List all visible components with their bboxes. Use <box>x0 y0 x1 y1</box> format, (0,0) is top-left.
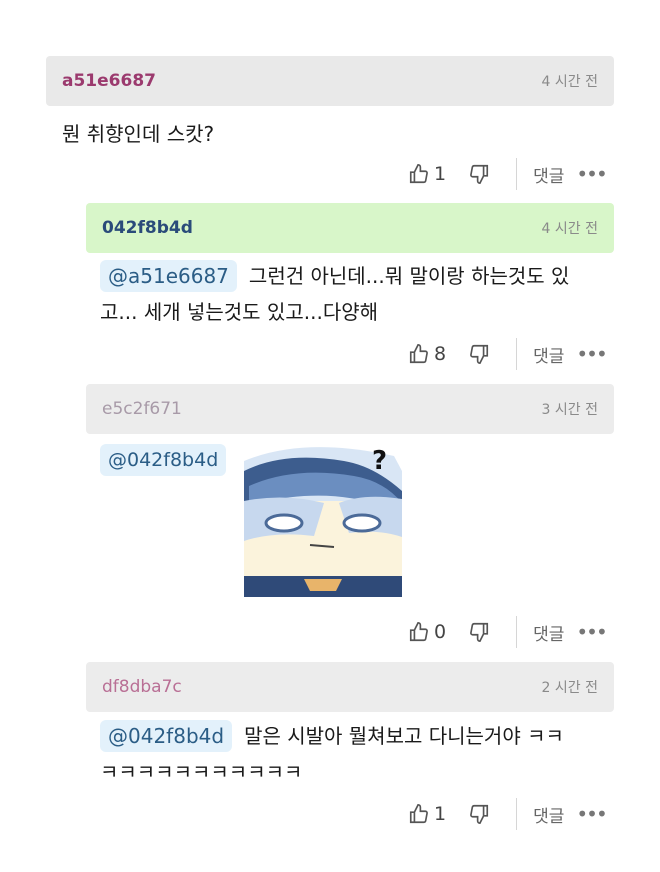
mention-tag[interactable]: @a51e6687 <box>100 260 237 292</box>
username[interactable]: df8dba7c <box>102 677 182 697</box>
mention-tag[interactable]: @042f8b4d <box>100 444 227 476</box>
dislike-button[interactable] <box>468 343 490 365</box>
dislike-button[interactable] <box>468 803 490 825</box>
divider <box>516 616 518 648</box>
sticker-image: ? <box>244 441 402 597</box>
thumbs-up-icon <box>409 164 428 184</box>
like-button[interactable]: 0 <box>408 621 468 643</box>
more-icon[interactable]: ••• <box>576 620 607 644</box>
like-button[interactable]: 8 <box>408 343 468 365</box>
comment-body: 그런건 아닌데...뭐 말이랑 하는것도 있 <box>248 264 570 288</box>
timestamp: 2 시간 전 <box>541 680 598 696</box>
thumbs-up-icon <box>409 344 428 364</box>
comment-actions: 1 댓글 ••• <box>408 796 608 832</box>
comment-actions: 8 댓글 ••• <box>408 336 608 372</box>
timestamp: 3 시간 전 <box>541 402 598 418</box>
like-button[interactable]: 1 <box>408 803 468 825</box>
reply-button[interactable]: 댓글 <box>533 620 564 645</box>
like-count: 8 <box>434 343 447 365</box>
comment-header: df8dba7c 2 시간 전 <box>86 662 614 712</box>
comment-text: @a51e6687 그런건 아닌데...뭐 말이랑 하는것도 있 고... 세개 … <box>100 258 620 330</box>
more-icon[interactable]: ••• <box>576 162 607 186</box>
reply-button[interactable]: 댓글 <box>533 802 564 827</box>
comment-body-continued: ㅋㅋㅋㅋㅋㅋㅋㅋㅋㅋㅋ <box>100 760 303 784</box>
like-count: 0 <box>434 621 447 643</box>
like-count: 1 <box>434 163 447 185</box>
dislike-button[interactable] <box>468 621 490 643</box>
divider <box>516 158 518 190</box>
comment-text: @042f8b4d 말은 시발아 뭘쳐보고 다니는거야 ㅋㅋ ㅋㅋㅋㅋㅋㅋㅋㅋㅋㅋ… <box>100 718 620 790</box>
timestamp: 4 시간 전 <box>541 221 598 237</box>
username[interactable]: 042f8b4d <box>102 218 193 238</box>
timestamp: 4 시간 전 <box>541 74 598 90</box>
sticker-question-mark: ? <box>372 446 387 476</box>
comment-body: 뭔 취향인데 스캇? <box>62 122 215 146</box>
comment-header: 042f8b4d 4 시간 전 <box>86 203 614 253</box>
comment-actions: 0 댓글 ••• <box>408 614 608 650</box>
thumbs-down-icon <box>470 344 489 364</box>
divider <box>516 338 518 370</box>
like-button[interactable]: 1 <box>408 163 468 185</box>
thumbs-up-icon <box>409 804 428 824</box>
mention-tag[interactable]: @042f8b4d <box>100 720 233 752</box>
username[interactable]: a51e6687 <box>62 71 156 91</box>
reply-button[interactable]: 댓글 <box>533 162 564 187</box>
reply-button[interactable]: 댓글 <box>533 342 564 367</box>
comment-body: 말은 시발아 뭘쳐보고 다니는거야 ㅋㅋ <box>244 724 564 748</box>
more-icon[interactable]: ••• <box>576 802 607 826</box>
thumbs-down-icon <box>470 804 489 824</box>
comment-header: a51e6687 4 시간 전 <box>46 56 614 106</box>
comment-text: 뭔 취향인데 스캇? <box>62 116 214 152</box>
like-count: 1 <box>434 803 447 825</box>
thumbs-up-icon <box>409 622 428 642</box>
more-icon[interactable]: ••• <box>576 342 607 366</box>
comment-body-continued: 고... 세개 넣는것도 있고...다양해 <box>100 300 379 324</box>
thumbs-down-icon <box>470 622 489 642</box>
dislike-button[interactable] <box>468 163 490 185</box>
comment-header: e5c2f671 3 시간 전 <box>86 384 614 434</box>
comment-actions: 1 댓글 ••• <box>408 156 608 192</box>
thumbs-down-icon <box>470 164 489 184</box>
username[interactable]: e5c2f671 <box>102 399 182 419</box>
divider <box>516 798 518 830</box>
